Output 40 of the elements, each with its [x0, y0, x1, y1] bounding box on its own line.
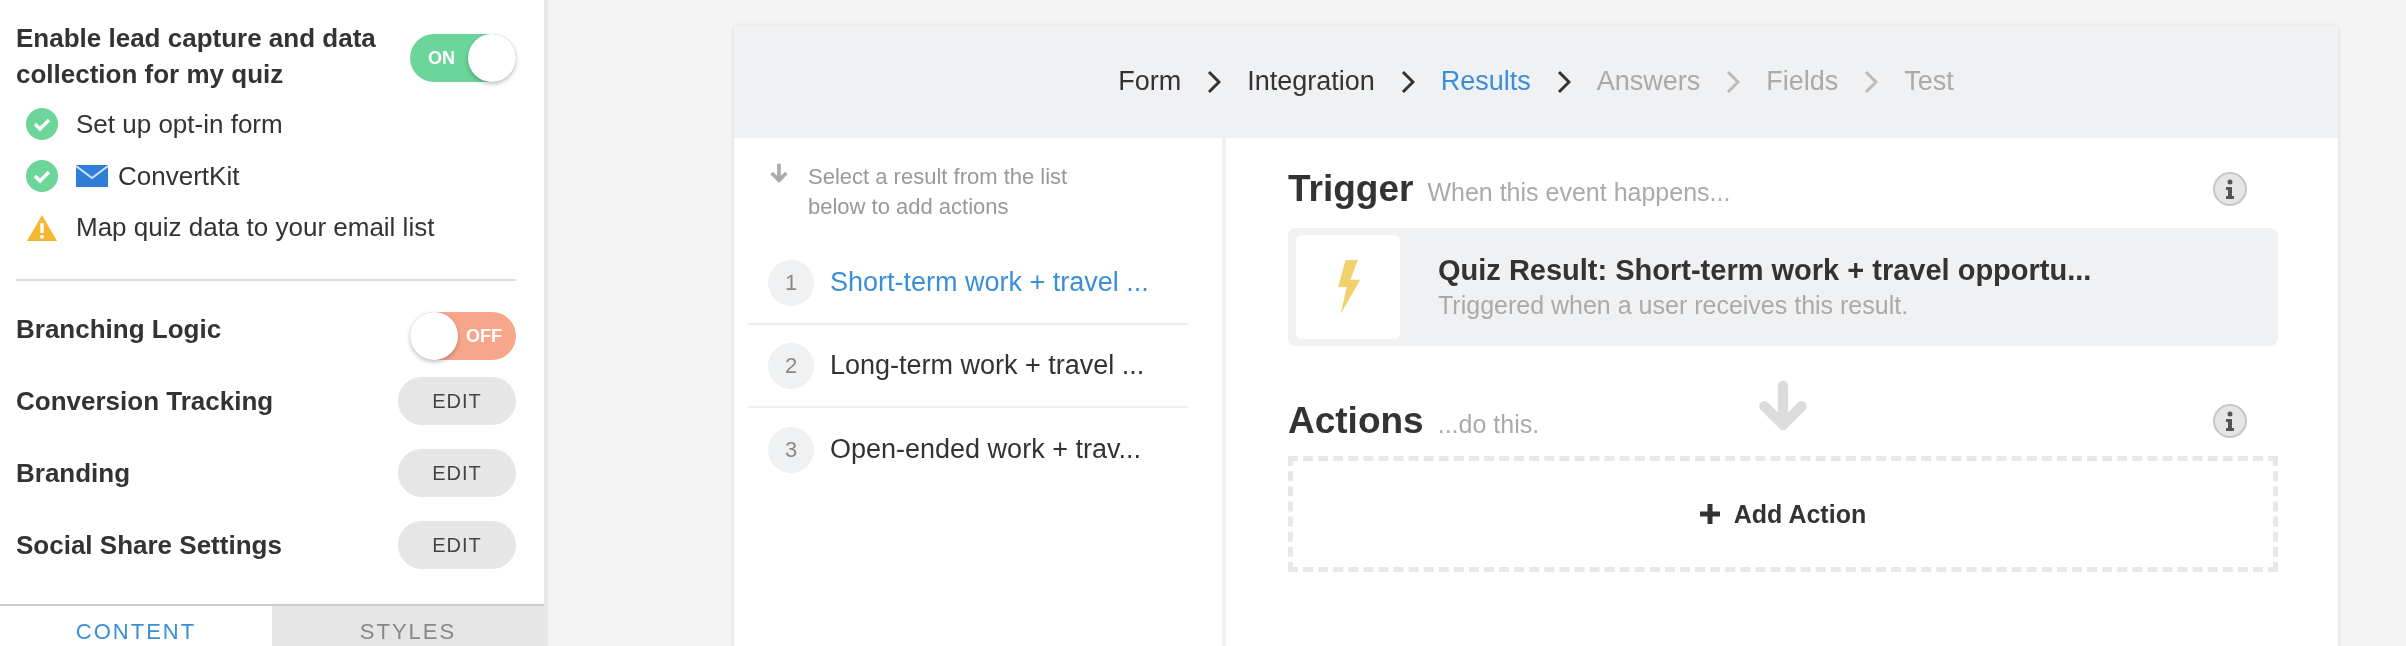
info-icon	[2212, 403, 2248, 439]
trigger-title: Quiz Result: Short-term work + travel opportu...	[1438, 254, 2092, 287]
result-item[interactable]: Open-ended work + trav...	[830, 434, 1141, 465]
hint-text: Select a result from the list below to add actions	[808, 163, 1069, 221]
edit-button[interactable]: EDIT	[398, 377, 516, 425]
section-heading: Trigger	[1288, 168, 1414, 210]
result-number: 3	[768, 426, 814, 473]
edit-button[interactable]: EDIT	[398, 521, 516, 569]
setting-label: Conversion Tracking	[16, 385, 274, 417]
trigger-description: Triggered when a user receives this result.	[1438, 291, 1910, 320]
setting-label: Branding	[16, 457, 131, 489]
checklist-item: ConvertKit	[118, 160, 240, 192]
arrow-down-icon	[768, 162, 790, 184]
setting-label: Enable lead capture and data collection for my quiz	[16, 22, 377, 91]
chevron-icon	[1400, 69, 1415, 94]
result-number: 1	[768, 259, 814, 306]
result-number: 2	[768, 342, 814, 389]
checklist-item: Set up opt-in form	[76, 108, 283, 140]
step-link[interactable]: Integration	[1247, 66, 1375, 97]
step-link[interactable]: Form	[1118, 66, 1182, 97]
setting-label: Social Share Settings	[16, 529, 282, 561]
chevron-icon	[1556, 69, 1571, 94]
section-heading: Actions	[1288, 400, 1424, 442]
chevron-icon	[1864, 69, 1879, 94]
edit-button[interactable]: EDIT	[398, 449, 516, 497]
setting-label: Branching Logic	[16, 313, 222, 345]
section-subheading: ...do this.	[1437, 410, 1540, 439]
envelope-icon	[76, 165, 108, 187]
checklist-item: Map quiz data to your email list	[76, 212, 435, 243]
section-subheading: When this event happens...	[1427, 178, 1731, 207]
warning-icon	[26, 213, 58, 242]
chevron-icon	[1207, 69, 1222, 94]
result-item[interactable]: Long-term work + travel ...	[830, 350, 1145, 381]
info-icon	[2212, 171, 2248, 207]
check-icon	[26, 108, 58, 140]
check-icon	[26, 160, 58, 192]
chevron-icon	[1726, 69, 1741, 94]
trigger-card[interactable]: Quiz Result: Short-term work + travel opportu... Triggered when a user receives this result.	[1288, 228, 2278, 346]
add-action-button[interactable]: Add Action	[1288, 456, 2278, 572]
plus-icon	[1699, 504, 1720, 524]
